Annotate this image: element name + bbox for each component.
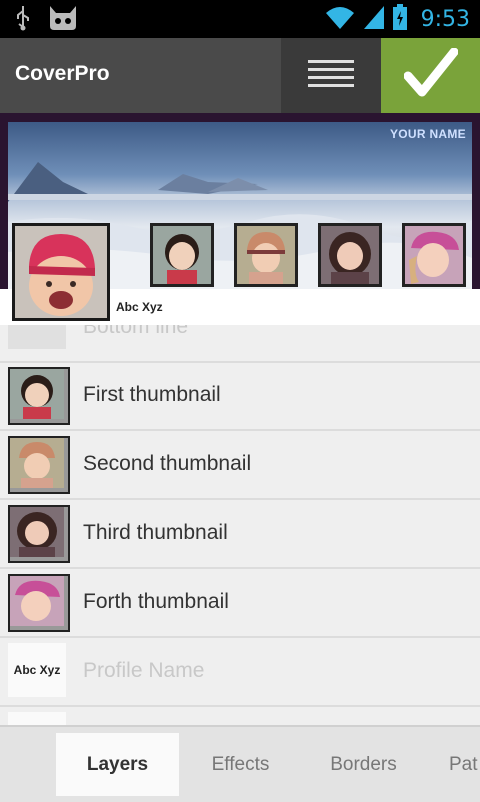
layer-thumbnail [8, 712, 66, 725]
layers-list[interactable]: Bottom line First thumbnail Second thumb… [0, 325, 480, 725]
layer-text-preview: Abc Xyz [8, 643, 66, 697]
wifi-icon [325, 4, 355, 35]
confirm-button[interactable] [381, 38, 480, 113]
layer-thumbnail [8, 505, 70, 563]
tab-borders[interactable]: Borders [302, 733, 425, 796]
action-bar: CoverPro [0, 38, 480, 113]
clock: 9:53 [420, 7, 470, 32]
layer-label: Forth thumbnail [83, 590, 229, 613]
profile-picture[interactable] [12, 223, 110, 321]
layer-thumbnail [8, 367, 70, 425]
cover-name-overlay: YOUR NAME [389, 127, 466, 141]
layer-label: Third thumbnail [83, 521, 228, 544]
tab-effects[interactable]: Effects [179, 733, 302, 796]
cover-thumbnail-third[interactable] [318, 223, 382, 287]
menu-icon [308, 58, 354, 93]
layer-thumbnail [8, 574, 70, 632]
app-title: CoverPro [15, 62, 110, 85]
layer-label: First thumbnail [83, 383, 221, 406]
list-item-next[interactable] [0, 706, 480, 725]
layer-label: Second thumbnail [83, 452, 252, 475]
menu-button[interactable] [281, 38, 381, 113]
android-debug-icon [46, 4, 80, 37]
layer-text-preview-value: Abc Xyz [13, 663, 61, 677]
bottom-tab-bar: Layers Effects Borders Pat [0, 725, 480, 802]
signal-icon [363, 4, 385, 35]
status-bar: 9:53 [0, 0, 480, 38]
layer-label: Profile Name [83, 659, 205, 682]
list-item-profile-name[interactable]: Abc Xyz Profile Name [0, 637, 480, 707]
list-item-third-thumbnail[interactable]: Third thumbnail [0, 499, 480, 569]
list-item-bottom-line[interactable]: Bottom line [0, 325, 480, 363]
cover-profile-name: Abc Xyz [116, 300, 163, 314]
layer-thumbnail [8, 325, 66, 349]
tab-patterns[interactable]: Pat [425, 733, 480, 796]
battery-icon [392, 4, 407, 35]
tab-layers[interactable]: Layers [56, 733, 179, 796]
usb-icon [14, 5, 32, 36]
layer-thumbnail [8, 436, 70, 494]
list-item-fourth-thumbnail[interactable]: Forth thumbnail [0, 568, 480, 638]
list-item-second-thumbnail[interactable]: Second thumbnail [0, 430, 480, 500]
cover-thumbnail-fourth[interactable] [402, 223, 466, 287]
cover-thumbnail-second[interactable] [234, 223, 298, 287]
layer-label: Bottom line [83, 325, 189, 338]
list-item-first-thumbnail[interactable]: First thumbnail [0, 361, 480, 431]
cover-thumbnail-first[interactable] [150, 223, 214, 287]
check-icon [403, 47, 458, 103]
cover-preview[interactable]: YOUR NAME Abc Xyz [0, 113, 480, 325]
